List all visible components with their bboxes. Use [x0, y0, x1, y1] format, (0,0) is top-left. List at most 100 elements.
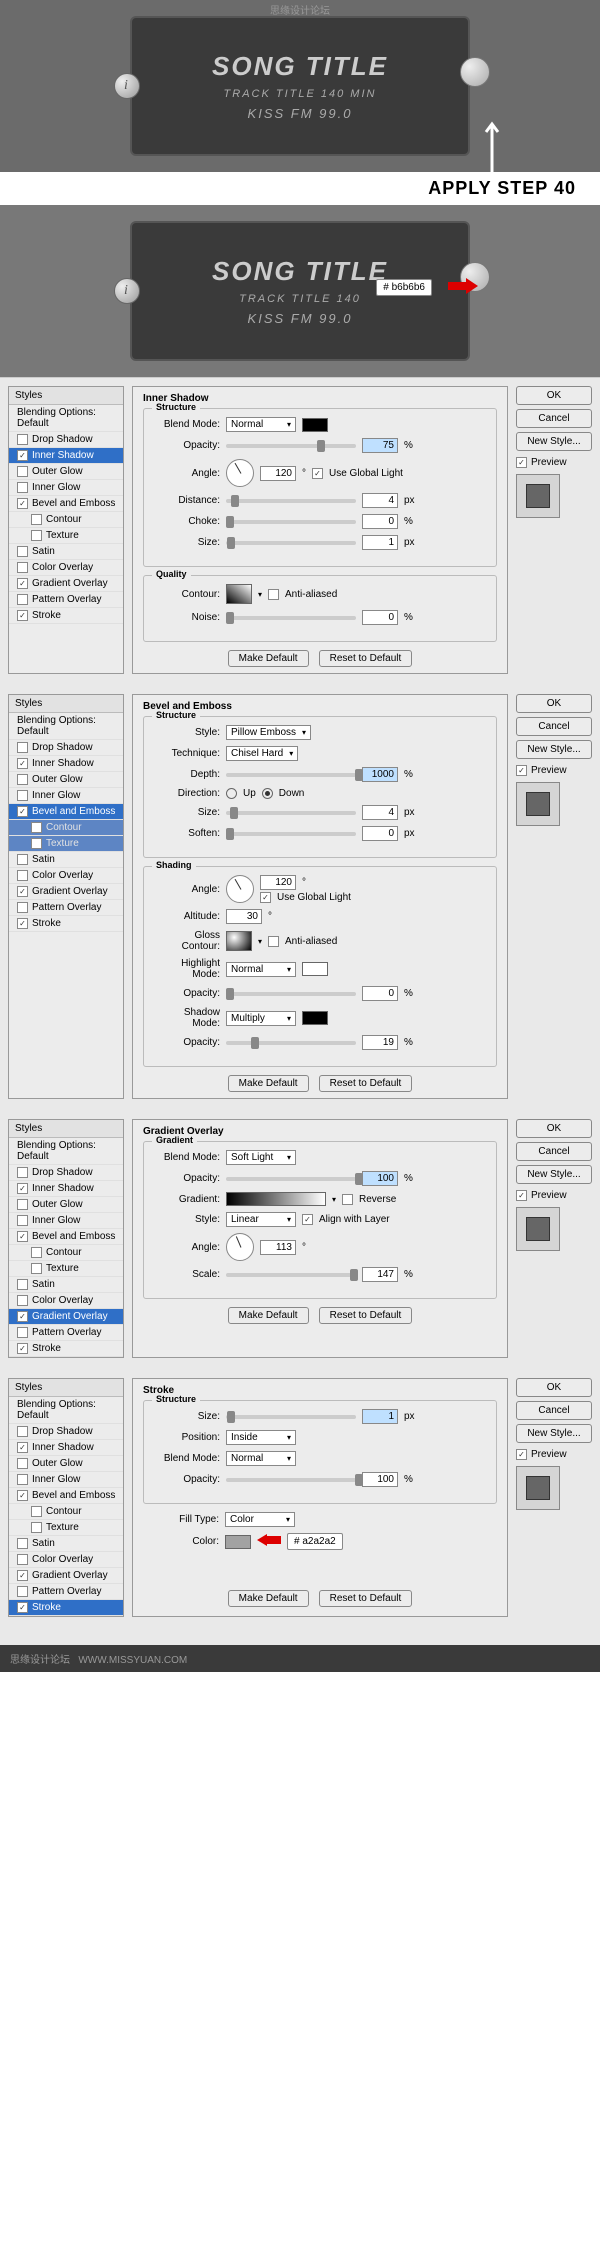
pattern-overlay-item[interactable]: Pattern Overlay — [9, 1584, 123, 1600]
size-input[interactable]: 1 — [362, 1409, 398, 1424]
inner-glow-item[interactable]: Inner Glow — [9, 1213, 123, 1229]
angle-input[interactable]: 113 — [260, 1240, 296, 1255]
sh-opacity-input[interactable]: 19 — [362, 1035, 398, 1050]
new-style-button[interactable]: New Style... — [516, 1424, 592, 1443]
blending-options[interactable]: Blending Options: Default — [9, 1138, 123, 1165]
drop-shadow-item[interactable]: Drop Shadow — [9, 1424, 123, 1440]
preview-check[interactable] — [516, 765, 527, 776]
angle-dial[interactable] — [226, 459, 254, 487]
aa-check[interactable] — [268, 589, 279, 600]
reverse-check[interactable] — [342, 1194, 353, 1205]
gradient-overlay-item[interactable]: Gradient Overlay — [9, 1309, 123, 1325]
gloss-contour-picker[interactable] — [226, 931, 252, 951]
make-default-button[interactable]: Make Default — [228, 650, 309, 667]
contour-item[interactable]: Contour — [9, 1504, 123, 1520]
blending-options[interactable]: Blending Options: Default — [9, 713, 123, 740]
ok-button[interactable]: OK — [516, 1378, 592, 1397]
hl-opacity-input[interactable]: 0 — [362, 986, 398, 1001]
distance-slider[interactable] — [226, 499, 356, 503]
cancel-button[interactable]: Cancel — [516, 409, 592, 428]
ok-button[interactable]: OK — [516, 386, 592, 405]
angle-dial[interactable] — [226, 875, 254, 903]
size-slider[interactable] — [226, 1415, 356, 1419]
reset-default-button[interactable]: Reset to Default — [319, 1075, 413, 1092]
stroke-color-swatch[interactable] — [225, 1535, 251, 1549]
satin-item[interactable]: Satin — [9, 1536, 123, 1552]
stroke-item[interactable]: Stroke — [9, 916, 123, 932]
bevel-emboss-item[interactable]: Bevel and Emboss — [9, 1229, 123, 1245]
style-select[interactable]: Linear — [226, 1212, 296, 1227]
reset-default-button[interactable]: Reset to Default — [319, 650, 413, 667]
texture-item[interactable]: Texture — [9, 836, 123, 852]
style-select[interactable]: Pillow Emboss — [226, 725, 311, 740]
pattern-overlay-item[interactable]: Pattern Overlay — [9, 1325, 123, 1341]
stroke-item[interactable]: Stroke — [9, 1341, 123, 1357]
highlight-color-swatch[interactable] — [302, 962, 328, 976]
global-light-check[interactable] — [312, 468, 323, 479]
gradient-overlay-item[interactable]: Gradient Overlay — [9, 1568, 123, 1584]
angle-dial[interactable] — [226, 1233, 254, 1261]
preview-check[interactable] — [516, 457, 527, 468]
contour-picker[interactable] — [226, 584, 252, 604]
global-light-check[interactable] — [260, 892, 271, 903]
reset-default-button[interactable]: Reset to Default — [319, 1590, 413, 1607]
fill-type-select[interactable]: Color — [225, 1512, 295, 1527]
sh-opacity-slider[interactable] — [226, 1041, 356, 1045]
opacity-input[interactable]: 75 — [362, 438, 398, 453]
satin-item[interactable]: Satin — [9, 1277, 123, 1293]
drop-shadow-item[interactable]: Drop Shadow — [9, 432, 123, 448]
color-overlay-item[interactable]: Color Overlay — [9, 1293, 123, 1309]
angle-input[interactable]: 120 — [260, 466, 296, 481]
choke-input[interactable]: 0 — [362, 514, 398, 529]
contour-item[interactable]: Contour — [9, 1245, 123, 1261]
aa-check[interactable] — [268, 936, 279, 947]
cancel-button[interactable]: Cancel — [516, 1401, 592, 1420]
make-default-button[interactable]: Make Default — [228, 1307, 309, 1324]
inner-shadow-item[interactable]: Inner Shadow — [9, 1181, 123, 1197]
inner-glow-item[interactable]: Inner Glow — [9, 788, 123, 804]
opacity-slider[interactable] — [226, 1478, 356, 1482]
soften-input[interactable]: 0 — [362, 826, 398, 841]
position-select[interactable]: Inside — [226, 1430, 296, 1445]
opacity-input[interactable]: 100 — [362, 1472, 398, 1487]
outer-glow-item[interactable]: Outer Glow — [9, 1197, 123, 1213]
texture-item[interactable]: Texture — [9, 528, 123, 544]
new-style-button[interactable]: New Style... — [516, 1165, 592, 1184]
size-slider[interactable] — [226, 811, 356, 815]
contour-item[interactable]: Contour — [9, 512, 123, 528]
drop-shadow-item[interactable]: Drop Shadow — [9, 1165, 123, 1181]
shadow-color-swatch[interactable] — [302, 418, 328, 432]
bevel-emboss-item[interactable]: Bevel and Emboss — [9, 804, 123, 820]
shadow-mode-select[interactable]: Multiply — [226, 1011, 296, 1026]
scale-slider[interactable] — [226, 1273, 356, 1277]
noise-slider[interactable] — [226, 616, 356, 620]
inner-shadow-item[interactable]: Inner Shadow — [9, 756, 123, 772]
satin-item[interactable]: Satin — [9, 852, 123, 868]
outer-glow-item[interactable]: Outer Glow — [9, 772, 123, 788]
outer-glow-item[interactable]: Outer Glow — [9, 464, 123, 480]
ok-button[interactable]: OK — [516, 1119, 592, 1138]
noise-input[interactable]: 0 — [362, 610, 398, 625]
angle-input[interactable]: 120 — [260, 875, 296, 890]
size-slider[interactable] — [226, 541, 356, 545]
choke-slider[interactable] — [226, 520, 356, 524]
inner-shadow-item[interactable]: Inner Shadow — [9, 1440, 123, 1456]
gradient-overlay-item[interactable]: Gradient Overlay — [9, 576, 123, 592]
depth-input[interactable]: 1000 — [362, 767, 398, 782]
inner-glow-item[interactable]: Inner Glow — [9, 1472, 123, 1488]
depth-slider[interactable] — [226, 773, 356, 777]
texture-item[interactable]: Texture — [9, 1520, 123, 1536]
pattern-overlay-item[interactable]: Pattern Overlay — [9, 900, 123, 916]
opacity-slider[interactable] — [226, 1177, 356, 1181]
down-radio[interactable] — [262, 788, 273, 799]
cancel-button[interactable]: Cancel — [516, 717, 592, 736]
inner-glow-item[interactable]: Inner Glow — [9, 480, 123, 496]
preview-check[interactable] — [516, 1449, 527, 1460]
cancel-button[interactable]: Cancel — [516, 1142, 592, 1161]
opacity-input[interactable]: 100 — [362, 1171, 398, 1186]
soften-slider[interactable] — [226, 832, 356, 836]
blend-mode-select[interactable]: Normal — [226, 1451, 296, 1466]
bevel-emboss-item[interactable]: Bevel and Emboss — [9, 1488, 123, 1504]
distance-input[interactable]: 4 — [362, 493, 398, 508]
size-input[interactable]: 1 — [362, 535, 398, 550]
